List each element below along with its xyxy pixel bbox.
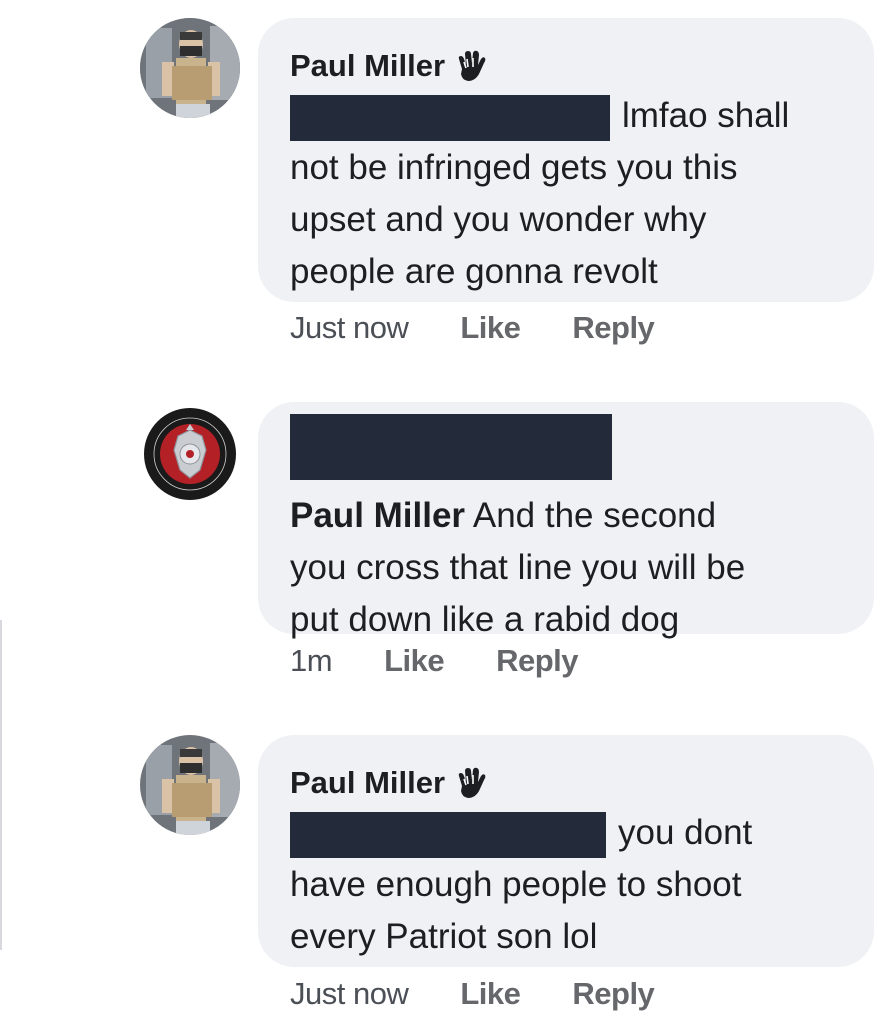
comment-text: you cross that line you will be xyxy=(290,548,746,587)
comment-text: upset and you wonder why xyxy=(290,200,707,239)
comment-actions: 1m Like Reply xyxy=(290,643,579,679)
redacted-mention xyxy=(290,94,610,141)
timestamp[interactable]: Just now xyxy=(290,976,409,1012)
timestamp[interactable]: Just now xyxy=(290,310,409,346)
comment-text: And the second xyxy=(472,496,717,535)
masked-man-avatar-icon[interactable] xyxy=(140,18,240,118)
timestamp[interactable]: 1m xyxy=(290,643,333,679)
comment-actions: Just now Like Reply xyxy=(290,976,655,1012)
reply-button[interactable]: Reply xyxy=(572,976,654,1012)
like-button[interactable]: Like xyxy=(460,310,521,346)
comment-bubble: Paul Miller you dont have enough people … xyxy=(258,735,874,967)
reply-button[interactable]: Reply xyxy=(496,643,578,679)
page-edge-divider xyxy=(0,620,2,950)
like-button[interactable]: Like xyxy=(384,643,445,679)
comment-text: put down like a rabid dog xyxy=(290,600,680,639)
comment-text: you dont xyxy=(618,813,753,852)
comment-text: people are gonna revolt xyxy=(290,252,658,291)
masked-man-avatar-icon[interactable] xyxy=(140,735,240,835)
comment-text: not be infringed gets you this xyxy=(290,148,738,187)
comment-bubble: Paul Miller And the second you cross tha… xyxy=(258,402,874,639)
comment-text: every Patriot son lol xyxy=(290,917,598,956)
comment-actions: Just now Like Reply xyxy=(290,310,655,346)
comment-author[interactable]: Paul Miller xyxy=(290,44,445,88)
comment-text: have enough people to shoot xyxy=(290,865,742,904)
redacted-author xyxy=(290,413,612,480)
mention-link[interactable]: Paul Miller xyxy=(290,496,465,535)
comment-author[interactable]: Paul Miller xyxy=(290,761,445,805)
comment-text: lmfao shall xyxy=(622,96,790,135)
reply-button[interactable]: Reply xyxy=(572,310,654,346)
waving-hand-icon xyxy=(453,766,487,800)
fire-department-badge-avatar-icon[interactable] xyxy=(140,404,240,504)
waving-hand-icon xyxy=(453,49,487,83)
like-button[interactable]: Like xyxy=(460,976,521,1012)
comment-bubble: Paul Miller lmfao shall not be infringed… xyxy=(258,18,874,302)
redacted-mention xyxy=(290,811,606,858)
